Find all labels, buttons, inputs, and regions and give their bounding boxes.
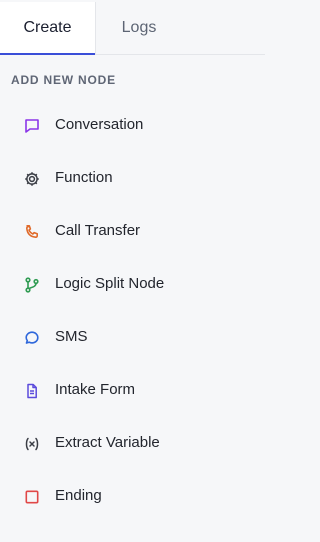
node-panel: Create Logs ADD NEW NODE Conversation Fu… [0, 0, 265, 542]
node-item-call-transfer[interactable]: Call Transfer [0, 210, 265, 263]
node-label: Conversation [55, 116, 144, 133]
node-item-extract-variable[interactable]: Extract Variable [0, 422, 265, 475]
stop-square-icon [23, 488, 41, 506]
section-title: ADD NEW NODE [11, 73, 116, 87]
node-label: Logic Split Node [55, 275, 165, 292]
message-circle-icon [23, 329, 41, 347]
tab-create[interactable]: Create [0, 2, 96, 55]
branch-icon [23, 276, 41, 294]
tab-bar: Create Logs [0, 2, 265, 55]
phone-icon [23, 223, 41, 241]
node-label: Extract Variable [55, 434, 160, 451]
node-item-function[interactable]: Function [0, 157, 265, 210]
node-item-conversation[interactable]: Conversation [0, 104, 265, 157]
document-icon [23, 382, 41, 400]
node-label: Intake Form [55, 381, 136, 398]
gear-icon [23, 170, 41, 188]
node-label: Call Transfer [55, 222, 141, 239]
node-item-sms[interactable]: SMS [0, 316, 265, 369]
node-label: Function [55, 169, 113, 186]
tab-logs[interactable]: Logs [96, 2, 182, 54]
node-label: Ending [55, 487, 102, 504]
node-item-ending[interactable]: Ending [0, 475, 265, 528]
node-item-intake-form[interactable]: Intake Form [0, 369, 265, 422]
node-item-logic-split-node[interactable]: Logic Split Node [0, 263, 265, 316]
node-label: SMS [55, 328, 88, 345]
chat-bubble-icon [23, 117, 41, 135]
node-list: Conversation Function Call Transfer Logi… [0, 104, 265, 528]
variable-icon [23, 435, 41, 453]
